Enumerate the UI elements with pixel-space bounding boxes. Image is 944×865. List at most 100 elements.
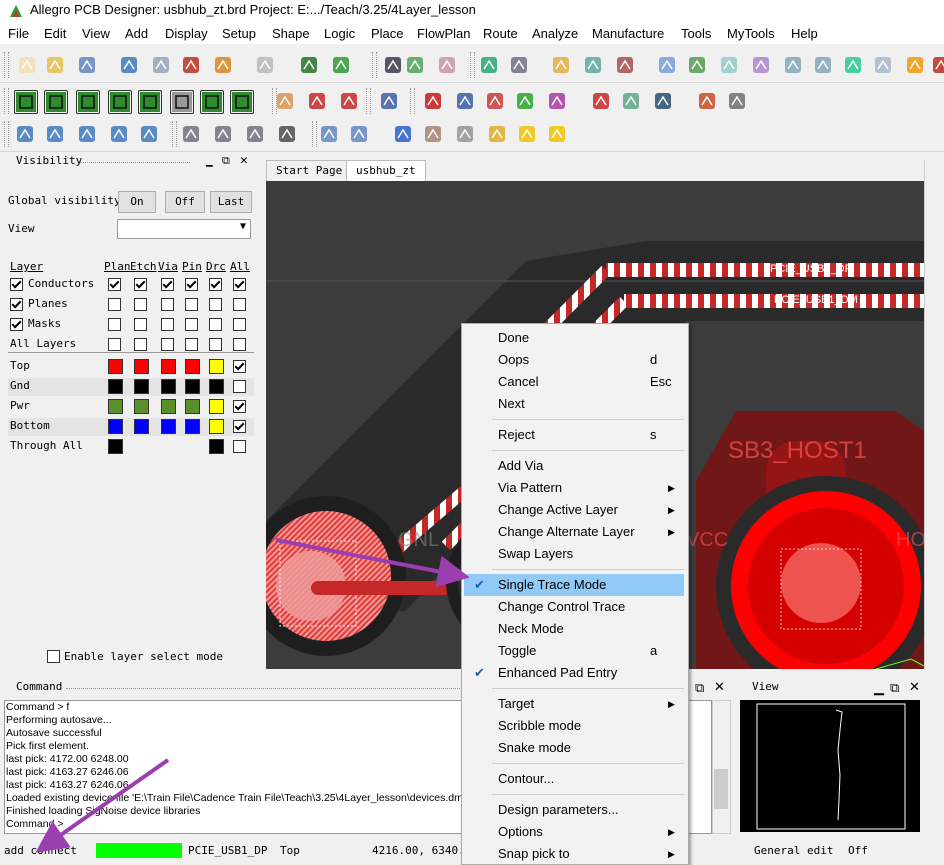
context-item-oops[interactable]: Oops d [464, 349, 684, 371]
menu-help[interactable]: Help [791, 26, 818, 41]
menu-tools[interactable]: Tools [681, 26, 711, 41]
group-visibility-checkbox[interactable] [185, 338, 198, 351]
delay-tune-icon[interactable] [614, 54, 636, 76]
redo-icon[interactable] [254, 54, 276, 76]
menu-view[interactable]: View [82, 26, 110, 41]
layer-color-swatch[interactable] [161, 359, 176, 374]
layer-color-swatch[interactable] [209, 439, 224, 454]
menu-display[interactable]: Display [165, 26, 208, 41]
layer-color-swatch[interactable] [108, 419, 123, 434]
layer-color-swatch[interactable] [209, 419, 224, 434]
menu-mytools[interactable]: MyTools [727, 26, 775, 41]
layers-icon[interactable] [318, 123, 340, 145]
tab-usbhub-zt[interactable]: usbhub_zt [346, 160, 426, 181]
context-item-cancel[interactable]: Cancel Esc [464, 371, 684, 393]
layer-color-swatch[interactable] [209, 399, 224, 414]
shape-select-icon[interactable] [230, 90, 254, 114]
layer-color-swatch[interactable] [161, 379, 176, 394]
world-view-canvas[interactable] [740, 700, 920, 832]
context-item-single-trace-mode[interactable]: ✔ Single Trace Mode [464, 574, 684, 596]
menu-flowplan[interactable]: FlowPlan [417, 26, 470, 41]
context-item-design-parameters[interactable]: Design parameters... [464, 799, 684, 821]
film-icon[interactable] [696, 90, 718, 112]
shape-add-icon[interactable] [14, 90, 38, 114]
zoom-points-icon[interactable] [750, 54, 772, 76]
layer-color-swatch[interactable] [108, 439, 123, 454]
grid-ops-icon[interactable] [686, 54, 708, 76]
layer-all-checkbox[interactable] [233, 440, 246, 453]
off-button[interactable]: Off [165, 191, 205, 213]
float-icon[interactable]: ⧉ [890, 680, 899, 696]
undo-icon[interactable] [212, 54, 234, 76]
context-item-change-alternate-layer[interactable]: Change Alternate Layer ▶ [464, 521, 684, 543]
context-item-next[interactable]: Next [464, 393, 684, 415]
find-icon[interactable] [298, 54, 320, 76]
group-visibility-checkbox[interactable] [209, 318, 222, 331]
light2-icon[interactable] [546, 123, 568, 145]
edit-text-icon[interactable] [436, 54, 458, 76]
context-item-neck-mode[interactable]: Neck Mode [464, 618, 684, 640]
context-item-scribble-mode[interactable]: Scribble mode [464, 715, 684, 737]
layer-color-swatch[interactable] [185, 419, 200, 434]
shape-slice-icon[interactable] [200, 90, 224, 114]
group-visibility-checkbox[interactable] [233, 318, 246, 331]
group-visibility-checkbox[interactable] [134, 278, 147, 291]
menu-shape[interactable]: Shape [272, 26, 310, 41]
minimize-icon[interactable]: ▁ [206, 154, 213, 167]
context-item-contour[interactable]: Contour... [464, 768, 684, 790]
connect-icon[interactable] [550, 54, 572, 76]
layer-color-swatch[interactable] [185, 399, 200, 414]
report-icon[interactable] [454, 90, 476, 112]
context-item-target[interactable]: Target ▶ [464, 693, 684, 715]
context-item-change-control-trace[interactable]: Change Control Trace [464, 596, 684, 618]
zoom-out-icon[interactable] [812, 54, 834, 76]
check-icon[interactable] [514, 90, 536, 112]
context-item-enhanced-pad-entry[interactable]: ✔ Enhanced Pad Entry [464, 662, 684, 684]
frame-icon[interactable] [138, 123, 160, 145]
layer-color-swatch[interactable] [161, 419, 176, 434]
via-icon[interactable] [590, 90, 612, 112]
scrollbar-thumb[interactable] [714, 769, 728, 809]
context-item-options[interactable]: Options ▶ [464, 821, 684, 843]
drc-icon[interactable] [422, 90, 444, 112]
layer-color-swatch[interactable] [108, 359, 123, 374]
shape-rect-icon[interactable] [44, 90, 68, 114]
group-visibility-checkbox[interactable] [185, 278, 198, 291]
layer-color-swatch[interactable] [108, 379, 123, 394]
hierarchy-icon[interactable] [726, 90, 748, 112]
layer-color-swatch[interactable] [134, 419, 149, 434]
layer-color-swatch[interactable] [134, 379, 149, 394]
close-icon[interactable]: ✕ [909, 679, 920, 695]
context-item-change-active-layer[interactable]: Change Active Layer ▶ [464, 499, 684, 521]
select-icon[interactable] [108, 123, 130, 145]
layer-all-checkbox[interactable] [233, 380, 246, 393]
layer-color-swatch[interactable] [185, 379, 200, 394]
dimension-icon[interactable] [274, 90, 296, 112]
swap-icon[interactable] [348, 123, 370, 145]
group-visibility-checkbox[interactable] [161, 318, 174, 331]
context-item-reject[interactable]: Reject s [464, 424, 684, 446]
rectangle-icon[interactable] [44, 123, 66, 145]
menu-setup[interactable]: Setup [222, 26, 256, 41]
measure-icon[interactable] [306, 90, 328, 112]
group-visibility-checkbox[interactable] [233, 278, 246, 291]
layer-color-swatch[interactable] [108, 399, 123, 414]
context-item-snap-pick-to[interactable]: Snap pick to ▶ [464, 843, 684, 865]
report2-icon[interactable] [484, 90, 506, 112]
shape-void-icon[interactable] [170, 90, 194, 114]
light-icon[interactable] [516, 123, 538, 145]
group-visibility-checkbox[interactable] [134, 298, 147, 311]
3d-view-icon[interactable] [930, 54, 944, 76]
context-item-via-pattern[interactable]: Via Pattern ▶ [464, 477, 684, 499]
chip-icon[interactable] [508, 54, 530, 76]
context-item-done[interactable]: Done [464, 327, 684, 349]
context-item-add-via[interactable]: Add Via [464, 455, 684, 477]
circle-icon[interactable] [76, 123, 98, 145]
layer-all-checkbox[interactable] [233, 400, 246, 413]
slide-icon[interactable] [582, 54, 604, 76]
float-icon[interactable]: ⧉ [222, 154, 230, 168]
copy-icon[interactable] [150, 54, 172, 76]
layer-color-swatch[interactable] [185, 359, 200, 374]
shape-l-icon[interactable] [14, 123, 36, 145]
group-visibility-checkbox[interactable] [209, 298, 222, 311]
